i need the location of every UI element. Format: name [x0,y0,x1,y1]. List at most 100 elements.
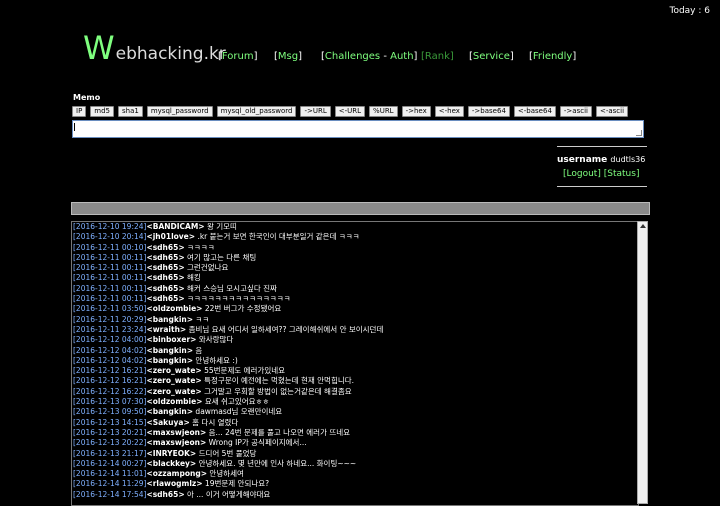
chat-timestamp: [2016-12-14 17:54] [73,489,147,499]
chat-line: [2016-12-11 00:11]<sdh65> 여기 많고는 다른 채팅 [72,253,638,263]
chat-username[interactable]: <binboxer> [146,335,196,344]
chat-timestamp: [2016-12-13 20:21] [73,427,147,437]
chat-timestamp: [2016-12-13 14:15] [73,417,147,427]
chat-line: [2016-12-14 17:54]<sdh65> 아 ... 이거 어떻게해야… [72,490,638,500]
chat-message: 좀비님 요새 어디서 일하세여?? 그레이해쉬에서 안 보이시던데 [186,324,384,334]
from-url-button[interactable]: <-URL [334,106,366,117]
chat-username[interactable]: <sdh65> [146,294,184,303]
chat-message: ㅋㅋ [193,314,210,324]
chat-input-bar[interactable] [71,202,650,215]
nav-service[interactable]: [Service] [469,51,514,62]
chat-timestamp: [2016-12-14 00:27] [73,458,147,468]
chat-username[interactable]: <zero_wate> [146,366,201,375]
scroll-up-icon[interactable] [640,224,646,228]
chat-username[interactable]: <INRYEOK> [146,449,196,458]
chat-username[interactable]: <oldzombie> [146,304,202,313]
chat-username[interactable]: <blackkey> [146,459,196,468]
memo-textarea[interactable] [72,120,644,138]
from-ascii-button[interactable]: <-ascii [595,106,629,117]
chat-username[interactable]: <jh01love> [146,232,195,241]
chat-line: [2016-12-12 04:02]<bangkin> 안녕하세요 :) [72,356,638,366]
chat-timestamp: [2016-12-12 16:21] [73,366,147,376]
chat-line: [2016-12-13 09:50]<bangkin> dawmasd님 오랜만… [72,407,638,417]
chat-line: [2016-12-11 23:24]<wraith> 좀비님 요새 어디서 일하… [72,325,638,335]
chat-line: [2016-12-11 03:50]<oldzombie> 22번 버그가 수정… [72,304,638,314]
chat-message: ㅋㅋㅋㅋㅋㅋㅋㅋㅋㅋㅋㅋㅋㅋㅋ [184,294,291,304]
chat-username[interactable]: <bangkin> [146,356,193,365]
chat-message: 특정구문이 예전에는 먹혔는데 현재 안먹힙니다. [201,376,355,386]
from-base64-button[interactable]: <-base64 [513,106,556,117]
status-link[interactable]: [Status] [604,169,640,179]
chat-username[interactable]: <bangkin> [146,407,193,416]
chat-username[interactable]: <maxswjeon> [146,428,206,437]
nav-friendly[interactable]: [Friendly] [529,51,576,62]
chat-message: 요새 쉬고있어요ㅎㅎ [202,397,270,407]
chat-line: [2016-12-12 04:00]<binboxer> 와사랑많다 [72,335,638,345]
chat-line: [2016-12-14 00:27]<blackkey> 안녕하세요. 몇 년만… [72,459,638,469]
chat-line: [2016-12-13 20:21]<maxswjeon> 음... 24번 문… [72,428,638,438]
to-base64-button[interactable]: ->base64 [467,106,510,117]
user-links: [Logout] [Status] [563,169,639,179]
chat-message: 22번 버그가 수정됐어요 [202,304,282,314]
from-hex-button[interactable]: <-hex [434,106,464,117]
to-ascii-button[interactable]: ->ascii [559,106,592,117]
percent-url-button[interactable]: %URL [369,106,398,117]
chat-message: 안녕하세요 :) [193,355,238,365]
chat-message: 해킹 [184,273,201,283]
chat-username[interactable]: <sdh65> [146,490,184,499]
chat-username[interactable]: <ozzampong> [146,469,207,478]
chat-username[interactable]: <sdh65> [146,243,184,252]
username-label: username [557,155,608,165]
chat-message: 안녕하세여 [207,469,244,479]
mysql-old-password-button[interactable]: mysql_old_password [216,106,297,117]
chat-username[interactable]: <bangkin> [146,346,193,355]
chat-scrollbar[interactable] [637,221,648,504]
chat-username[interactable]: <zero_wate> [146,387,201,396]
chat-timestamp: [2016-12-11 00:10] [73,242,147,252]
logout-link[interactable]: [Logout] [563,169,601,179]
nav-msg[interactable]: [Msg] [274,51,302,62]
chat-username[interactable]: <maxswjeon> [146,438,206,447]
to-url-button[interactable]: ->URL [300,106,331,117]
chat-timestamp: [2016-12-14 11:29] [73,479,147,489]
chat-username[interactable]: <sdh65> [146,273,184,282]
chat-username[interactable]: <sdh65> [146,284,184,293]
user-divider-top [557,146,647,147]
ip-button[interactable]: IP [72,106,87,117]
chat-username[interactable]: <sdh65> [146,263,184,272]
sha1-button[interactable]: sha1 [118,106,143,117]
chat-timestamp: [2016-12-13 09:50] [73,407,147,417]
nav-rank[interactable]: [Rank] [421,51,454,62]
chat-username[interactable]: <rlawogmlz> [146,479,202,488]
chat-username[interactable]: <oldzombie> [146,397,202,406]
chat-username[interactable]: <Sakuya> [146,418,189,427]
resize-grip-icon[interactable] [636,130,642,136]
chat-timestamp: [2016-12-11 20:29] [73,314,147,324]
chat-message: 홈 다시 열렸다 [189,417,239,427]
chat-username[interactable]: <zero_wate> [146,376,201,385]
chat-message: 안녕하세요. 몇 년만에 인사 하네요... 화이팅~~~ [196,458,357,468]
chat-timestamp: [2016-12-12 16:21] [73,376,147,386]
chat-username[interactable]: <wraith> [146,325,186,334]
user-divider-bottom [557,186,647,187]
chat-username[interactable]: <bangkin> [146,315,193,324]
nav-challenges-auth[interactable]: [Challenges - Auth] [321,51,417,62]
md5-button[interactable]: md5 [90,106,115,117]
chat-message: dawmasd님 오랜만이네요 [193,407,283,417]
chat-line: [2016-12-12 04:02]<bangkin> 음 [72,346,638,356]
chat-log[interactable]: [2016-12-10 19:24]<BANDICAM> 왕 기모띠 [2016-… [71,221,639,506]
chat-username[interactable]: <BANDICAM> [146,222,204,231]
chat-message: 여기 많고는 다른 채팅 [184,252,257,262]
chat-line: [2016-12-12 16:22]<zero_wate> 그거말고 우회할 방… [72,387,638,397]
mysql-password-button[interactable]: mysql_password [146,106,213,117]
nav-forum[interactable]: [Forum] [218,51,258,62]
text-caret [74,123,75,131]
memo-label: Memo [73,93,101,102]
site-logo[interactable]: W ebhacking.kr [83,32,226,64]
to-hex-button[interactable]: ->hex [401,106,431,117]
chat-message: 19번문제 안되나요? [202,479,270,489]
today-counter: Today : 6 [669,6,710,16]
chat-timestamp: [2016-12-11 00:11] [73,294,147,304]
chat-line: [2016-12-11 00:11]<sdh65> 해커 스승님 모시고싶다 진… [72,284,638,294]
chat-username[interactable]: <sdh65> [146,253,184,262]
